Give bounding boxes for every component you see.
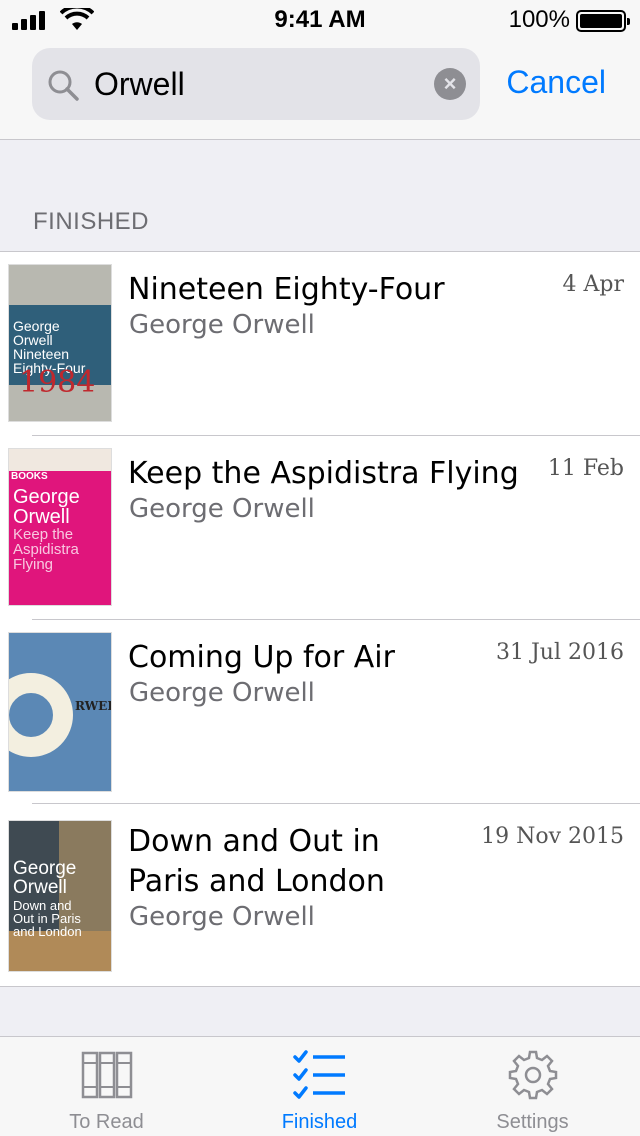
search-input[interactable]: Orwell × [32,48,480,120]
tab-to-read[interactable]: To Read [0,1037,213,1136]
tab-label: Finished [281,1111,358,1133]
search-icon [48,70,79,101]
section-header: FINISHED [33,208,150,235]
book-date: 19 Nov 2015 [481,824,624,849]
book-title: Keep the Aspidistra Flying [128,456,519,491]
clear-search-icon[interactable]: × [434,68,466,100]
book-title: Down and Out in Paris and London [128,824,385,899]
book-date: 4 Apr [562,272,624,297]
book-title: Nineteen Eighty-Four [128,272,445,307]
tab-bar: To Read Finished Settings [0,1036,640,1136]
book-row[interactable]: BOOKS George Orwell Keep the Aspidistra Fly… [0,436,640,620]
book-row[interactable]: RWELL Coming Up for Air George Orwell 31… [0,620,640,804]
books-icon [81,1051,132,1099]
book-title: Coming Up for Air [128,640,395,675]
book-date: 11 Feb [547,456,624,481]
search-header: Orwell × Cancel [0,40,640,140]
status-bar: 9:41 AM 100% [0,0,640,40]
cancel-button[interactable]: Cancel [506,64,606,101]
book-cover: BOOKS George Orwell Keep the Aspidistra Fly… [8,448,112,606]
tab-label: To Read [69,1111,144,1133]
tab-settings[interactable]: Settings [426,1037,639,1136]
book-author: George Orwell [129,678,315,708]
battery-icon [576,10,630,32]
book-author: George Orwell [129,902,315,932]
book-cover: George Orwell Down and Out in Paris and Lon… [8,820,112,972]
checklist-icon [292,1050,345,1099]
gear-icon [508,1050,557,1100]
search-query-text[interactable]: Orwell [94,66,185,103]
book-date: 31 Jul 2016 [496,640,624,665]
book-list: George Orwell Nineteen Eighty-Four 1984 Nin… [0,251,640,987]
book-row[interactable]: George Orwell Nineteen Eighty-Four 1984 Nin… [0,252,640,436]
book-cover: RWELL [8,632,112,792]
book-author: George Orwell [129,310,315,340]
tab-label: Settings [496,1111,569,1133]
book-author: George Orwell [129,494,315,524]
battery-percentage: 100% [508,6,570,33]
book-cover: George Orwell Nineteen Eighty-Four 1984 [8,264,112,422]
book-row[interactable]: George Orwell Down and Out in Paris and Lon… [0,804,640,988]
tab-finished[interactable]: Finished [213,1037,426,1136]
